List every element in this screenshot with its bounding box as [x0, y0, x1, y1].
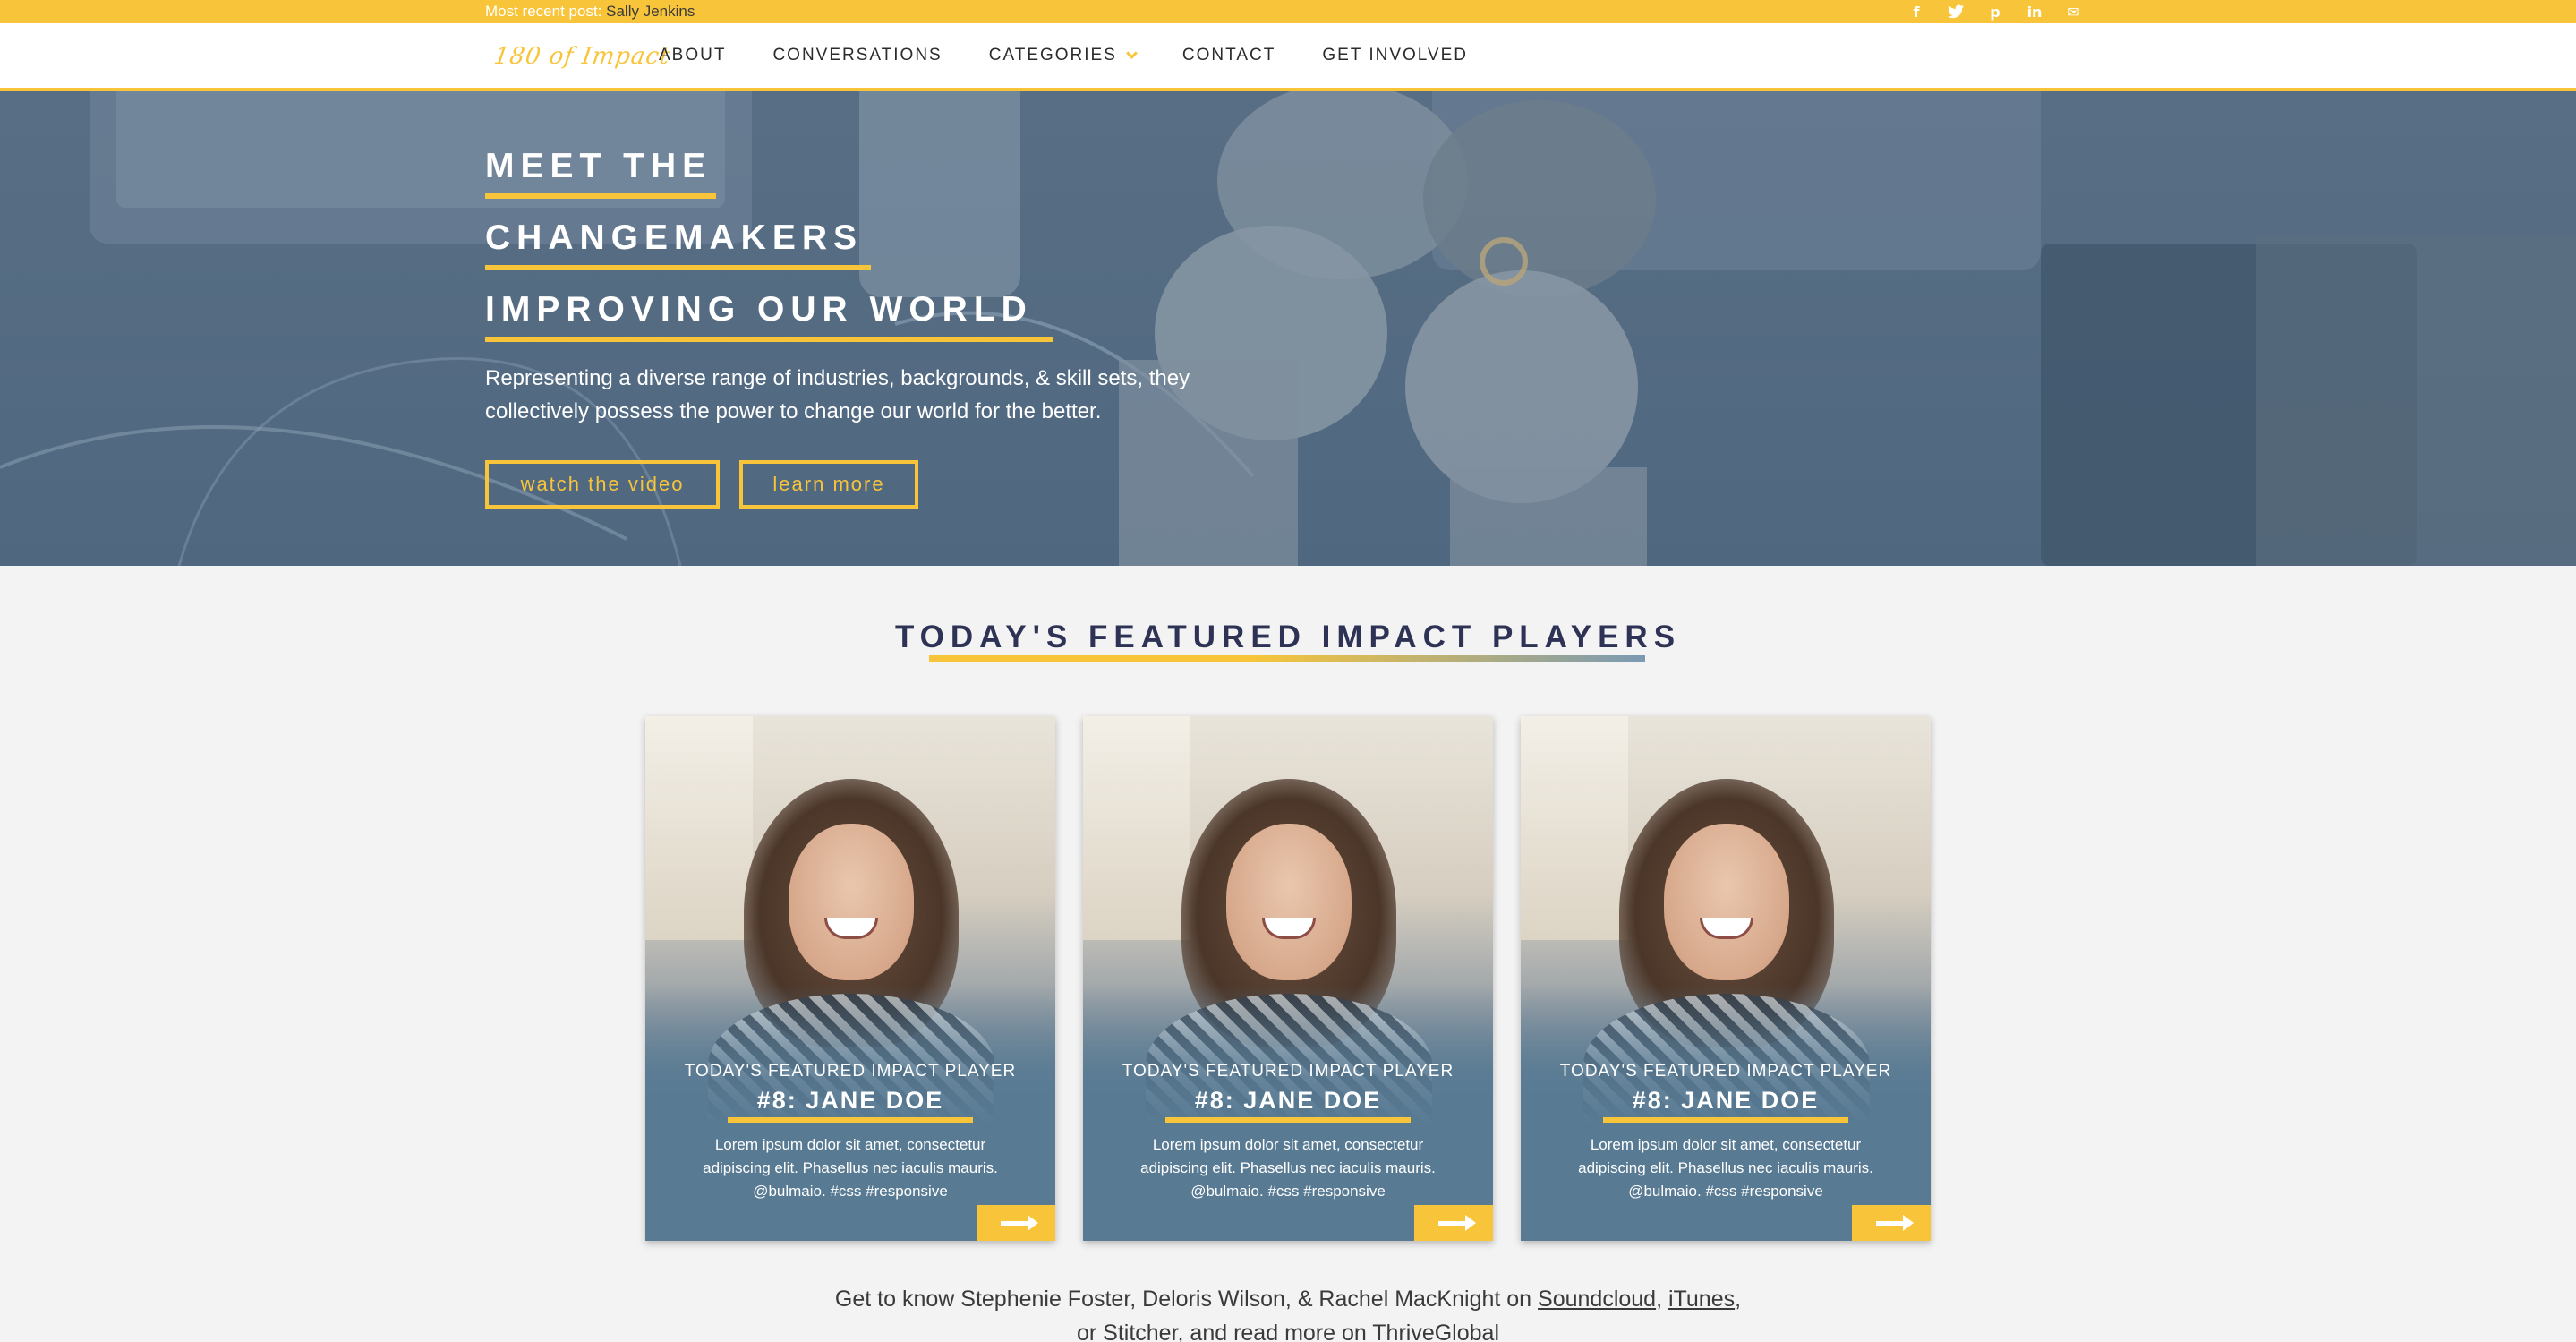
card-description: Lorem ipsum dolor sit amet, consectetur …	[1578, 1136, 1873, 1200]
watch-video-button[interactable]: watch the video	[485, 460, 720, 509]
hero-description: Representing a diverse range of industri…	[485, 366, 1190, 423]
nav-item-label: CATEGORIES	[988, 46, 1117, 64]
podcast-intro-text: Get to know Stephenie Foster, Deloris Wi…	[834, 1286, 1532, 1312]
hero-heading-line-1: MEET THE	[485, 147, 716, 199]
photo-window	[645, 716, 753, 940]
hero-heading-line-2: CHANGEMAKERS	[485, 218, 871, 270]
nav-item-label: CONTACT	[1181, 46, 1276, 64]
hero-heading-underline	[485, 265, 871, 270]
card-player-name[interactable]: #8: JANE DOE	[1521, 1087, 1931, 1115]
linkedin-icon[interactable]: in	[2025, 2, 2044, 21]
arrow-right-icon	[1876, 1214, 1914, 1231]
card-kicker: TODAY'S FEATURED IMPACT PLAYER	[1122, 1062, 1454, 1081]
main-navigation: 180 of Impact ABOUT CONVERSATIONS CATEGO…	[0, 23, 2576, 91]
separator: ,	[1735, 1286, 1742, 1312]
featured-section-title: TODAY'S FEATURED IMPACT PLAYERS	[894, 620, 1682, 654]
nav-item-contact[interactable]: CONTACT	[1182, 46, 1275, 65]
hero-heading-underline	[485, 337, 1053, 342]
card-name-underline	[728, 1117, 973, 1123]
pinterest-icon[interactable]: p	[1985, 2, 2005, 21]
featured-card[interactable]: TODAY'S FEATURED IMPACT PLAYER #8: JANE …	[645, 716, 1055, 1241]
photo-window	[1521, 716, 1628, 940]
card-description: Lorem ipsum dolor sit amet, consectetur …	[1140, 1136, 1436, 1200]
arrow-right-icon	[1001, 1214, 1038, 1231]
recent-post-name[interactable]: Sally Jenkins	[606, 3, 695, 20]
card-description: Lorem ipsum dolor sit amet, consectetur …	[703, 1136, 998, 1200]
social-links: f p in ✉	[1906, 2, 2084, 21]
site-logo[interactable]: 180 of Impact	[492, 43, 672, 70]
arrow-right-icon	[1438, 1214, 1476, 1231]
featured-card[interactable]: TODAY'S FEATURED IMPACT PLAYER #8: JANE …	[1083, 716, 1493, 1241]
card-player-name[interactable]: #8: JANE DOE	[645, 1087, 1055, 1115]
nav-menu: ABOUT CONVERSATIONS CATEGORIES CONTACT G…	[659, 23, 1514, 88]
nav-item-label: CONVERSATIONS	[772, 46, 943, 64]
soundcloud-link[interactable]: Soundcloud	[1538, 1286, 1656, 1312]
top-bar: Most recent post: Sally Jenkins f p in ✉	[0, 0, 2576, 23]
podcast-intro: Get to know Stephenie Foster, Deloris Wi…	[0, 1282, 2576, 1342]
arrow-head	[1903, 1214, 1914, 1231]
photo-face	[1226, 824, 1352, 980]
hero-background-image	[0, 91, 2576, 566]
learn-more-button[interactable]: learn more	[739, 460, 918, 509]
card-kicker: TODAY'S FEATURED IMPACT PLAYER	[684, 1062, 1017, 1081]
nav-item-about[interactable]: ABOUT	[659, 46, 726, 65]
nav-item-categories[interactable]: CATEGORIES	[988, 46, 1138, 65]
hero-heading-text: CHANGEMAKERS	[485, 218, 864, 257]
hero-heading-line-3: IMPROVING OUR WORLD	[485, 290, 1053, 342]
nav-item-conversations[interactable]: CONVERSATIONS	[772, 46, 942, 65]
itunes-link[interactable]: iTunes	[1668, 1286, 1735, 1312]
card-name-underline	[1165, 1117, 1411, 1123]
most-recent-post[interactable]: Most recent post: Sally Jenkins	[485, 3, 695, 21]
card-player-name[interactable]: #8: JANE DOE	[1083, 1087, 1493, 1115]
card-kicker: TODAY'S FEATURED IMPACT PLAYER	[1559, 1062, 1892, 1081]
mail-icon[interactable]: ✉	[2064, 2, 2084, 21]
hero-heading-text: MEET THE	[485, 147, 712, 185]
separator: ,	[1656, 1286, 1663, 1312]
hero-heading-underline	[485, 193, 716, 199]
podcast-intro-line-1: Get to know Stephenie Foster, Deloris Wi…	[0, 1282, 2576, 1316]
nav-item-get-involved[interactable]: GET INVOLVED	[1322, 46, 1468, 65]
recent-post-label: Most recent post:	[485, 3, 602, 20]
arrow-head	[1465, 1214, 1476, 1231]
hero-heading-text: IMPROVING OUR WORLD	[485, 290, 1033, 329]
arrow-head	[1028, 1214, 1038, 1231]
photo-face	[789, 824, 914, 980]
card-arrow-button[interactable]	[977, 1205, 1055, 1241]
nav-item-label: GET INVOLVED	[1322, 46, 1468, 64]
photo-face	[1664, 824, 1789, 980]
featured-title-underline	[929, 655, 1645, 662]
nav-item-label: ABOUT	[659, 46, 727, 64]
chevron-down-icon	[1126, 47, 1138, 59]
twitter-icon[interactable]	[1946, 2, 1966, 21]
card-name-underline	[1603, 1117, 1848, 1123]
photo-window	[1083, 716, 1190, 940]
card-arrow-button[interactable]	[1414, 1205, 1493, 1241]
featured-card[interactable]: TODAY'S FEATURED IMPACT PLAYER #8: JANE …	[1521, 716, 1931, 1241]
facebook-icon[interactable]: f	[1906, 2, 1926, 21]
podcast-intro-line-2: or Stitcher, and read more on ThriveGlob…	[1076, 1321, 1499, 1342]
card-arrow-button[interactable]	[1852, 1205, 1931, 1241]
hero-banner: MEET THE CHANGEMAKERS IMPROVING OUR WORL…	[0, 91, 2576, 566]
